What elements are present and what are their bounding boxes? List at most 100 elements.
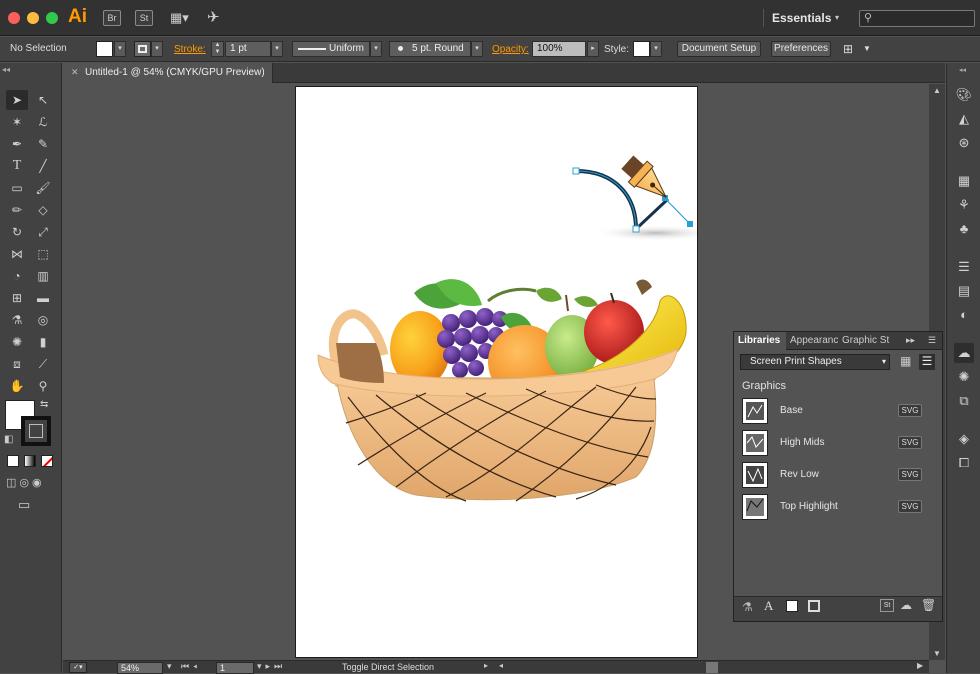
artboard-number-field[interactable]: 1 <box>216 662 254 674</box>
zoom-dropdown[interactable]: ▾ <box>167 661 172 672</box>
swatches-panel-icon[interactable]: ▦ <box>954 171 974 191</box>
expand-panels-icon[interactable]: ◂◂ <box>959 66 966 74</box>
mesh-tool-icon[interactable]: ⊞ <box>6 288 28 308</box>
list-item[interactable]: Rev Low SVG <box>742 460 934 490</box>
opacity-field[interactable]: 100% <box>532 41 586 57</box>
default-colors-icon[interactable]: ◧ <box>4 434 13 445</box>
library-selector[interactable]: Screen Print Shapes ▾ <box>740 354 890 370</box>
hand-tool-icon[interactable]: ✋ <box>6 376 28 396</box>
close-window-button[interactable] <box>8 12 20 24</box>
screen-mode-icon[interactable]: ▭ <box>18 497 30 513</box>
document-tab[interactable]: ✕ Untitled-1 @ 54% (CMYK/GPU Preview) <box>63 63 273 83</box>
more-tabs-icon[interactable]: ▸▸ <box>906 335 915 346</box>
type-tool-icon[interactable]: T <box>6 156 28 176</box>
symbols-panel-icon[interactable]: ♣ <box>954 219 974 239</box>
color-panel-icon[interactable]: 🎨︎ <box>954 85 974 105</box>
tab-appearance[interactable]: Appearance <box>786 332 838 350</box>
zoom-window-button[interactable] <box>46 12 58 24</box>
transparency-panel-icon[interactable]: ◐ <box>954 305 974 325</box>
minimize-window-button[interactable] <box>27 12 39 24</box>
artboards-panel-icon[interactable]: ⧠ <box>954 453 974 473</box>
list-item[interactable]: Base SVG <box>742 396 934 426</box>
pencil-tool-icon[interactable]: ✏ <box>6 200 28 220</box>
lasso-tool-icon[interactable]: ℒ <box>32 112 54 132</box>
blend-tool-icon[interactable]: ◎ <box>32 310 54 330</box>
tab-libraries[interactable]: Libraries <box>734 332 786 350</box>
add-stroke-color-icon[interactable] <box>808 600 820 612</box>
control-menu-icon[interactable]: ▼ <box>863 44 871 53</box>
close-tab-icon[interactable]: ✕ <box>71 67 79 78</box>
brushes-panel-icon[interactable]: ⚘ <box>954 195 974 215</box>
stroke-weight-stepper[interactable]: ▲ ▼ <box>211 41 224 57</box>
layers-panel-icon[interactable]: ◈ <box>954 429 974 449</box>
status-menu-icon[interactable]: ▸ <box>484 661 488 670</box>
rotate-tool-icon[interactable]: ↻ <box>6 222 28 242</box>
arrange-documents-icon[interactable]: ▦▾ <box>170 10 196 26</box>
opacity-dropdown[interactable]: ▸ <box>587 41 599 57</box>
view-options-icon[interactable]: ✓▾ <box>69 662 87 673</box>
variable-width-profile[interactable]: Uniform <box>292 41 370 57</box>
color-mode-icon[interactable] <box>7 455 19 467</box>
gradient-mode-icon[interactable] <box>24 455 36 467</box>
column-graph-tool-icon[interactable]: ▮ <box>32 332 54 352</box>
opacity-label[interactable]: Opacity: <box>492 44 529 55</box>
gradient-panel-icon[interactable]: ▤ <box>954 281 974 301</box>
graphic-style-swatch[interactable] <box>633 41 650 57</box>
collapse-icon[interactable]: ◂◂ <box>2 65 10 74</box>
zoom-tool-icon[interactable]: ⚲ <box>32 376 54 396</box>
list-item[interactable]: Top Highlight SVG <box>742 492 934 522</box>
document-setup-button[interactable]: Document Setup <box>677 41 761 57</box>
add-fill-color-icon[interactable] <box>786 600 798 612</box>
trash-icon[interactable]: 🗑︎ <box>921 598 936 612</box>
curvature-tool-icon[interactable]: ✎ <box>32 134 54 154</box>
chevron-down-icon[interactable]: ▾ <box>835 13 839 22</box>
list-view-icon[interactable]: ☰ <box>919 354 935 370</box>
drawing-modes-icon[interactable]: ◫◎◉ <box>6 476 45 489</box>
none-mode-icon[interactable] <box>41 455 53 467</box>
panel-menu-icon[interactable]: ☰ <box>928 335 936 346</box>
brush-definition[interactable]: 5 pt. Round <box>389 41 471 57</box>
color-guide-icon[interactable]: ◭ <box>954 109 974 129</box>
stroke-swatch[interactable] <box>134 41 151 57</box>
scale-tool-icon[interactable]: ⤢ <box>32 222 54 242</box>
stroke-color-box[interactable] <box>21 416 51 446</box>
scroll-left-icon[interactable]: ◂ <box>499 661 503 670</box>
width-tool-icon[interactable]: ⋈ <box>6 244 28 264</box>
horizontal-scroll-thumb[interactable] <box>706 662 718 673</box>
list-item[interactable]: High Mids SVG <box>742 428 934 458</box>
free-transform-tool-icon[interactable]: ⬚ <box>32 244 54 264</box>
artboard[interactable] <box>295 86 721 658</box>
add-character-style-icon[interactable]: A <box>764 598 773 614</box>
eraser-tool-icon[interactable]: ◇ <box>32 200 54 220</box>
stroke-weight-field[interactable]: 1 pt <box>225 41 271 57</box>
stroke-panel-icon[interactable]: ☰ <box>954 257 974 277</box>
eyedropper-tool-icon[interactable]: ⚗ <box>6 310 28 330</box>
perspective-grid-tool-icon[interactable]: ▥ <box>32 266 54 286</box>
pen-tool-icon[interactable]: ✒ <box>6 134 28 154</box>
shape-builder-tool-icon[interactable]: ◔ <box>6 266 28 286</box>
artboard-tool-icon[interactable]: ⧈ <box>6 354 28 374</box>
stock-button[interactable]: St <box>135 10 153 26</box>
graphic-styles-panel-icon[interactable]: ⧉ <box>954 391 974 411</box>
align-options-icon[interactable]: ⊞ <box>843 42 853 56</box>
scroll-up-icon[interactable]: ▲ <box>933 86 941 95</box>
libraries-panel-icon[interactable]: ☁ <box>954 343 974 363</box>
slice-tool-icon[interactable]: ⟋ <box>32 354 54 374</box>
scroll-right-icon[interactable]: ▶ <box>917 661 923 670</box>
scroll-down-icon[interactable]: ▼ <box>933 649 941 658</box>
profile-dropdown[interactable]: ▾ <box>370 41 382 57</box>
stock-icon[interactable]: St <box>880 599 894 612</box>
workspace-switcher[interactable]: Essentials <box>772 11 831 25</box>
stroke-dropdown[interactable]: ▾ <box>151 41 163 57</box>
selection-tool-icon[interactable]: ➤ <box>6 90 28 110</box>
symbol-sprayer-tool-icon[interactable]: ✺ <box>6 332 28 352</box>
color-themes-icon[interactable]: ⊛ <box>954 133 974 153</box>
gpu-performance-icon[interactable]: ✈ <box>207 8 220 26</box>
sync-status-icon[interactable]: ☁ <box>900 598 912 612</box>
stroke-weight-dropdown[interactable]: ▾ <box>271 41 283 57</box>
fill-dropdown[interactable]: ▾ <box>114 41 126 57</box>
gradient-tool-icon[interactable]: ▬ <box>32 288 54 308</box>
tab-graphic-styles[interactable]: Graphic St <box>838 332 898 350</box>
preferences-button[interactable]: Preferences <box>771 41 831 57</box>
search-input[interactable]: ⚲ <box>859 10 975 27</box>
